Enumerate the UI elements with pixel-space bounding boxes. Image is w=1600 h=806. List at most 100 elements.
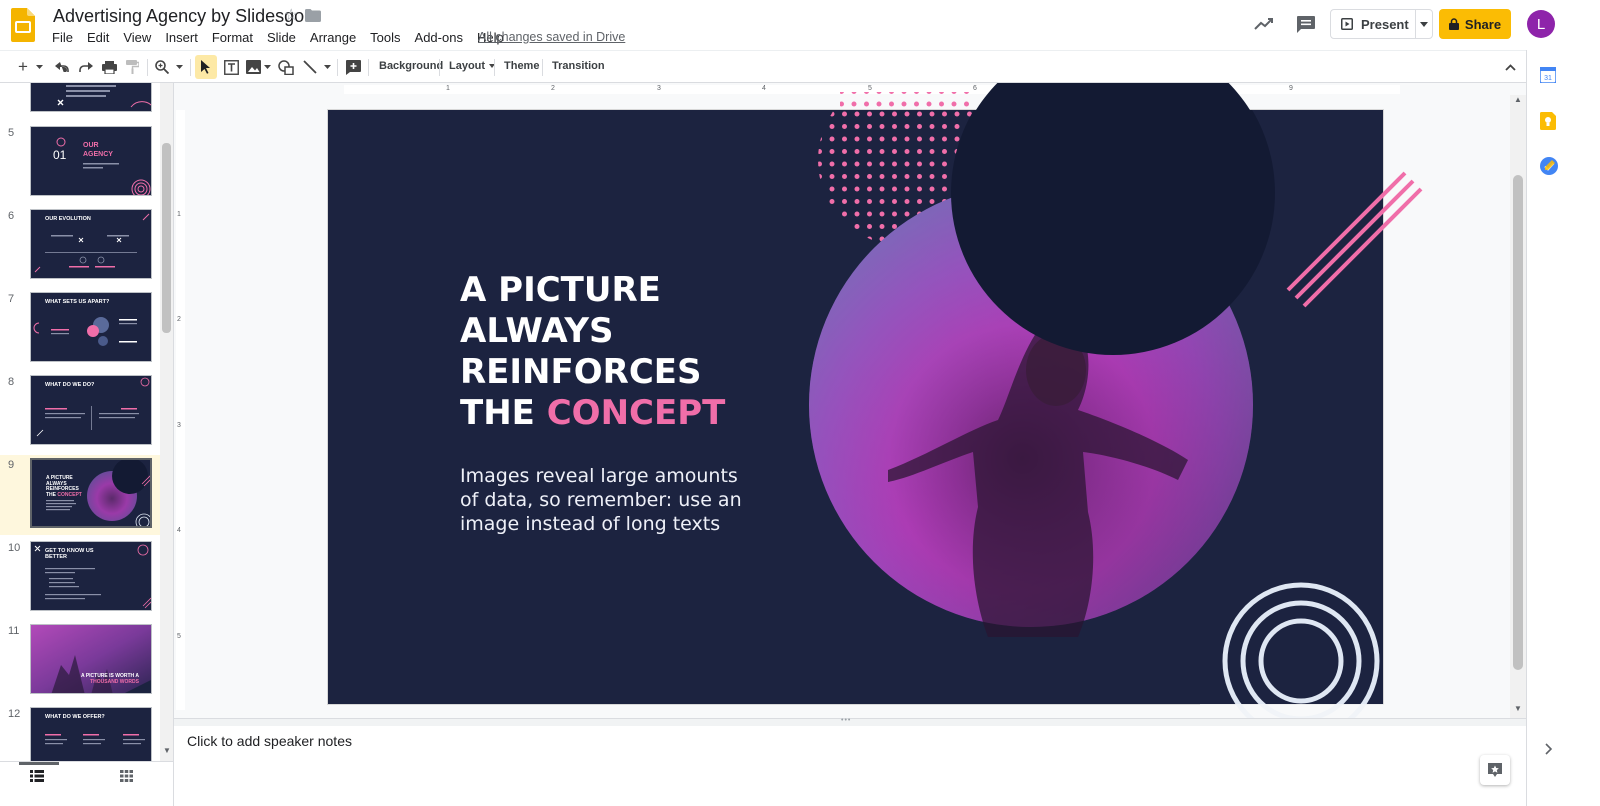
document-title[interactable]: Advertising Agency by Slidesgo [53, 6, 304, 27]
slide-thumbnail[interactable]: A PICTURE IS WORTH A THOUSAND WORDS [30, 624, 152, 694]
filmstrip-item[interactable]: 8 WHAT DO WE DO? [0, 372, 160, 452]
present-button[interactable]: Present [1330, 9, 1433, 39]
filmstrip-item[interactable]: 12 WHAT DO WE OFFER? [0, 704, 160, 761]
drag-handle-icon[interactable]: ••• [841, 717, 851, 724]
app-header: Advertising Agency by Slidesgo ☆ File Ed… [0, 0, 1600, 50]
filmstrip-item[interactable]: 7 WHAT SETS US APART? [0, 289, 160, 369]
folder-icon[interactable] [305, 9, 321, 22]
svg-text:31: 31 [1544, 75, 1552, 82]
paint-format-icon[interactable] [122, 55, 142, 79]
current-slide[interactable]: A PICTURE ALWAYS REINFORCES THE CONCEPT … [328, 110, 1383, 704]
select-tool-icon[interactable] [195, 55, 217, 79]
shape-icon[interactable] [276, 55, 296, 79]
new-slide-dropdown[interactable] [33, 55, 45, 79]
slide-number: 6 [8, 210, 15, 222]
menu-format[interactable]: Format [205, 29, 260, 47]
speaker-notes-area[interactable]: Click to add speaker notes [174, 726, 1526, 806]
new-slide-icon[interactable]: + [14, 55, 32, 79]
undo-icon[interactable] [52, 55, 72, 79]
menu-add-ons[interactable]: Add-ons [408, 29, 470, 47]
filmstrip-item[interactable]: 11 A PICTURE IS WORTH A THOUSAND WORDS [0, 621, 160, 701]
share-button[interactable]: Share [1439, 9, 1511, 39]
line-dropdown[interactable] [322, 55, 332, 79]
menu-tools[interactable]: Tools [363, 29, 407, 47]
slide-thumbnail[interactable] [30, 83, 152, 112]
add-comment-icon[interactable] [343, 55, 363, 79]
present-main[interactable]: Present [1331, 10, 1417, 38]
slide-title[interactable]: A PICTURE ALWAYS REINFORCES THE CONCEPT [460, 270, 725, 434]
keep-icon[interactable] [1540, 112, 1556, 130]
thumbnail-graphics [34, 213, 150, 273]
slide-thumbnail[interactable]: OUR EVOLUTION [30, 209, 152, 279]
layout-label: Layout [449, 60, 486, 72]
slide-thumbnail[interactable]: 01 OUR AGENCY [30, 126, 152, 196]
redo-icon[interactable] [76, 55, 96, 79]
filmstrip-item[interactable]: 10 GET TO KNOW US BETTER [0, 538, 160, 618]
tasks-icon[interactable] [1540, 157, 1558, 175]
slide-thumbnail[interactable]: WHAT DO WE OFFER? [30, 707, 152, 761]
filmstrip-item[interactable]: 6 OUR EVOLUTION [0, 206, 160, 286]
slide-thumbnail[interactable]: GET TO KNOW US BETTER [30, 541, 152, 611]
menu-edit[interactable]: Edit [80, 29, 116, 47]
scroll-up-arrow-icon[interactable]: ▲ [1514, 95, 1522, 104]
filmstrip-item[interactable] [0, 83, 160, 119]
theme-button[interactable]: Theme [504, 60, 539, 72]
print-icon[interactable] [99, 55, 119, 79]
menu-file[interactable]: File [45, 29, 80, 47]
toolbar-separator [494, 59, 495, 76]
background-button[interactable]: Background [379, 60, 443, 72]
filmstrip-item[interactable]: 5 01 OUR AGENCY [0, 123, 160, 203]
filmstrip-item-selected[interactable]: 9 A PICTURE ALWAYS REINFORCES THE CONCEP… [0, 455, 160, 535]
filmstrip-view-icon[interactable] [30, 770, 44, 782]
slide-number: 10 [8, 542, 21, 554]
slide-number: 9 [8, 459, 15, 471]
slides-logo-icon[interactable] [11, 8, 35, 42]
slide-thumbnail[interactable]: WHAT SETS US APART? [30, 292, 152, 362]
horizontal-ruler[interactable]: 1 2 3 4 5 6 7 8 9 [190, 83, 1510, 95]
slide-thumbnail[interactable]: A PICTURE ALWAYS REINFORCES THE CONCEPT [30, 458, 152, 528]
present-dropdown-arrow[interactable] [1416, 10, 1432, 38]
vertical-ruler[interactable]: 1 2 3 4 5 [174, 95, 186, 718]
canvas-scrollbar[interactable]: ▲ ▼ [1510, 95, 1526, 718]
slide-filmstrip: 5 01 OUR AGENCY 6 OUR EVOLUTION 7 WHAT S… [0, 83, 174, 761]
menu-view[interactable]: View [116, 29, 158, 47]
menu-arrange[interactable]: Arrange [303, 29, 363, 47]
toolbar-separator [439, 59, 440, 76]
ruler-label: 8 [1184, 85, 1188, 92]
menu-insert[interactable]: Insert [158, 29, 205, 47]
ruler-label: 6 [973, 85, 977, 92]
canvas-scroll-thumb[interactable] [1513, 175, 1523, 670]
grid-view-icon[interactable] [120, 770, 133, 782]
star-icon[interactable]: ☆ [284, 5, 298, 25]
zoom-icon[interactable] [153, 55, 171, 79]
toolbar: + Background Layout Theme Transition [0, 50, 1526, 83]
thumbnail-body-lines [46, 500, 76, 511]
slide-title-line: THE [460, 393, 547, 433]
slide-thumbnail[interactable]: WHAT DO WE DO? [30, 375, 152, 445]
scroll-down-arrow-icon[interactable]: ▼ [1514, 704, 1522, 713]
activity-dashboard-icon[interactable] [1254, 15, 1274, 33]
zoom-dropdown[interactable] [173, 55, 185, 79]
comments-icon[interactable] [1296, 15, 1316, 33]
menu-slide[interactable]: Slide [260, 29, 303, 47]
layout-button[interactable]: Layout [449, 60, 496, 72]
ruler-label: 3 [177, 422, 181, 429]
insert-image-icon[interactable] [243, 55, 263, 79]
chevron-right-icon[interactable] [1541, 742, 1555, 756]
line-icon[interactable] [300, 55, 320, 79]
slide-body-text[interactable]: Images reveal large amounts of data, so … [460, 464, 750, 536]
scroll-down-arrow-icon[interactable]: ▼ [163, 746, 171, 755]
filmstrip-scroll-thumb[interactable] [162, 143, 171, 333]
image-dropdown[interactable] [262, 55, 272, 79]
account-avatar[interactable]: L [1527, 10, 1555, 38]
collapse-toolbar-icon[interactable] [1500, 55, 1520, 79]
filmstrip-scrollbar[interactable]: ▼ [160, 83, 173, 761]
transition-button[interactable]: Transition [552, 60, 605, 72]
caret-down-icon [263, 65, 271, 69]
slide-number: 8 [8, 376, 15, 388]
toolbar-separator [337, 59, 338, 76]
calendar-icon[interactable]: 31 [1540, 67, 1556, 83]
save-status-link[interactable]: All changes saved in Drive [478, 30, 625, 44]
explore-button[interactable] [1480, 755, 1510, 785]
text-box-icon[interactable] [221, 55, 241, 79]
